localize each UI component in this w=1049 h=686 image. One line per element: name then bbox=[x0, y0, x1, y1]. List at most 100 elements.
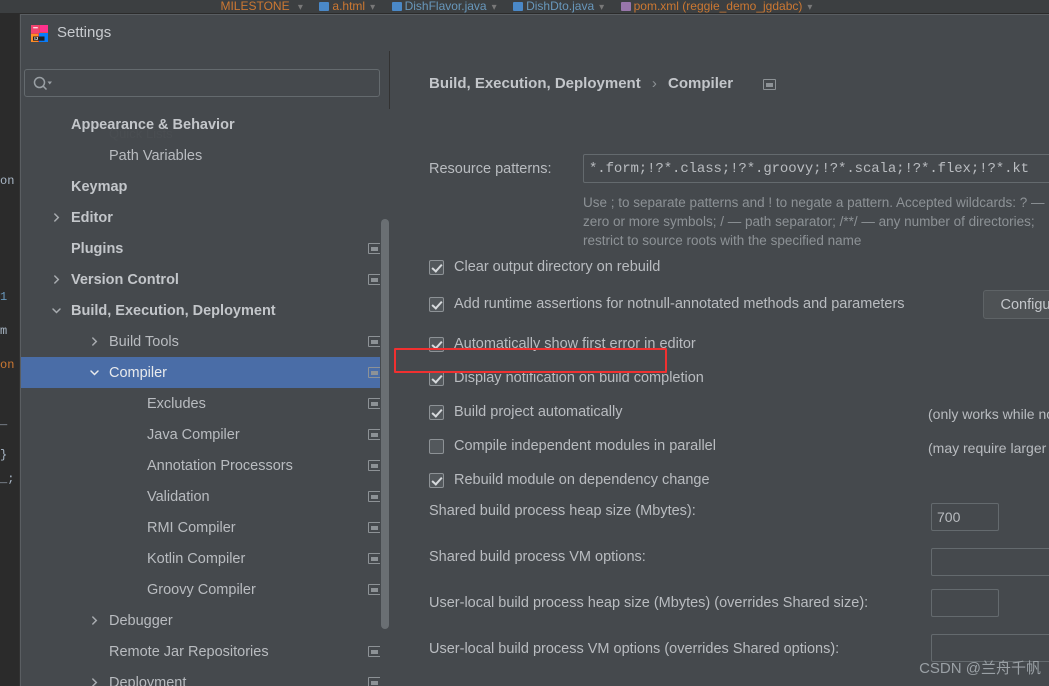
checkbox-compile-modules-parallel[interactable] bbox=[429, 438, 444, 454]
editor-fragment-2: m bbox=[0, 324, 8, 338]
sidebar-item-compiler[interactable]: Compiler bbox=[21, 357, 390, 388]
project-settings-indicator-icon bbox=[763, 79, 776, 90]
sidebar-item-build-tools[interactable]: Build Tools bbox=[21, 326, 390, 357]
sidebar-item-deployment[interactable]: Deployment bbox=[21, 667, 390, 686]
settings-content-panel: Build, Execution, Deployment › Compiler … bbox=[391, 51, 1049, 686]
breadcrumb-leaf: Compiler bbox=[668, 75, 734, 92]
sidebar-item-label: Kotlin Compiler bbox=[147, 550, 246, 567]
sidebar-item-appearance-behavior[interactable]: Appearance & Behavior bbox=[21, 109, 390, 140]
chevron-right-icon[interactable] bbox=[49, 273, 63, 287]
sidebar-scrollbar-thumb[interactable] bbox=[381, 219, 389, 629]
sidebar-item-build-execution-deployment[interactable]: Build, Execution, Deployment bbox=[21, 295, 390, 326]
sidebar-scrollbar-track[interactable] bbox=[380, 109, 390, 686]
checkbox-add-runtime-assertions[interactable] bbox=[429, 296, 444, 312]
editor-fragment-4: _ bbox=[0, 414, 8, 428]
editor-fragment-5: } bbox=[0, 448, 8, 462]
checkbox-clear-output-directory[interactable] bbox=[429, 259, 444, 275]
editor-tab-strip[interactable]: MILESTONE ▾ a.html ▾ DishFlavor.java ▾ Dis… bbox=[0, 0, 1049, 14]
intellij-idea-logo-icon: IJ bbox=[31, 25, 48, 42]
sidebar-item-groovy-compiler[interactable]: Groovy Compiler bbox=[21, 574, 390, 605]
checkbox-row-clear-output-directory[interactable]: Clear output directory on rebuild bbox=[429, 259, 660, 275]
sidebar-item-excludes[interactable]: Excludes bbox=[21, 388, 390, 419]
sidebar-item-debugger[interactable]: Debugger bbox=[21, 605, 390, 636]
build-project-automatically-note: (only works while no bbox=[928, 406, 1049, 422]
sidebar-item-version-control[interactable]: Version Control bbox=[21, 264, 390, 295]
editor-tab-3[interactable]: pom.xml (reggie_demo_jgdabc) ▾ bbox=[615, 0, 819, 13]
sidebar-item-label: Deployment bbox=[109, 674, 187, 686]
sidebar-item-label: Groovy Compiler bbox=[147, 581, 256, 598]
breadcrumb: Build, Execution, Deployment › Compiler bbox=[429, 75, 733, 92]
checkbox-build-project-automatically[interactable] bbox=[429, 404, 444, 420]
shared-heap-size-input[interactable] bbox=[931, 503, 999, 531]
sidebar-item-label: Excludes bbox=[147, 395, 206, 412]
sidebar-item-label: Editor bbox=[71, 209, 113, 226]
userlocal-heap-size-label: User-local build process heap size (Mbyt… bbox=[429, 595, 869, 611]
sidebar-item-annotation-processors[interactable]: Annotation Processors bbox=[21, 450, 390, 481]
checkbox-label: Automatically show first error in editor bbox=[454, 336, 696, 352]
sidebar-item-label: Java Compiler bbox=[147, 426, 240, 443]
checkbox-rebuild-on-dependency-change[interactable] bbox=[429, 472, 444, 488]
editor-tab-0[interactable]: a.html ▾ bbox=[313, 0, 381, 13]
dialog-titlebar: IJ Settings bbox=[21, 15, 1049, 51]
chevron-down-icon[interactable] bbox=[87, 366, 101, 380]
chevron-right-icon[interactable] bbox=[87, 614, 101, 628]
sidebar-item-label: RMI Compiler bbox=[147, 519, 236, 536]
settings-dialog: IJ Settings Quick Lists Appearance & Beh… bbox=[20, 14, 1049, 686]
checkbox-label: Rebuild module on dependency change bbox=[454, 472, 710, 488]
editor-fragment-0: on bbox=[0, 174, 15, 188]
sidebar-item-plugins[interactable]: Plugins bbox=[21, 233, 390, 264]
sidebar-item-editor[interactable]: Editor bbox=[21, 202, 390, 233]
sidebar-item-path-variables[interactable]: Path Variables bbox=[21, 140, 390, 171]
shared-vm-options-input[interactable] bbox=[931, 548, 1049, 576]
watermark: CSDN @兰舟千帆 bbox=[919, 660, 1041, 677]
sidebar-item-java-compiler[interactable]: Java Compiler bbox=[21, 419, 390, 450]
configure-button[interactable]: Configure... bbox=[983, 290, 1049, 319]
checkbox-display-notification[interactable] bbox=[429, 370, 444, 386]
userlocal-heap-size-input[interactable] bbox=[931, 589, 999, 617]
sidebar-item-label: Debugger bbox=[109, 612, 173, 629]
resource-patterns-hint-line-2: zero or more symbols; / — path separator… bbox=[583, 214, 1035, 229]
settings-search-box[interactable] bbox=[24, 69, 380, 97]
sidebar-item-label: Path Variables bbox=[109, 147, 203, 164]
resource-patterns-label: Resource patterns: bbox=[429, 161, 552, 177]
search-icon bbox=[33, 76, 53, 97]
sidebar-item-validation[interactable]: Validation bbox=[21, 481, 390, 512]
checkbox-label: Build project automatically bbox=[454, 404, 623, 420]
sidebar-item-keymap[interactable]: Keymap bbox=[21, 171, 390, 202]
settings-sidebar: Quick Lists Appearance & Behavior Path Va… bbox=[21, 51, 390, 686]
sidebar-item-rmi-compiler[interactable]: RMI Compiler bbox=[21, 512, 390, 543]
checkbox-label: Compile independent modules in parallel bbox=[454, 438, 716, 454]
sidebar-item-label: Plugins bbox=[71, 240, 124, 257]
editor-tab-2[interactable]: DishDto.java ▾ bbox=[507, 0, 610, 13]
checkbox-auto-show-first-error[interactable] bbox=[429, 336, 444, 352]
editor-tab-readme[interactable]: MILESTONE ▾ bbox=[214, 0, 309, 13]
editor-tab-partial[interactable] bbox=[0, 0, 90, 13]
settings-tree[interactable]: Quick Lists Appearance & Behavior Path Va… bbox=[21, 109, 390, 686]
chevron-right-icon[interactable] bbox=[87, 676, 101, 686]
sidebar-item-label: Compiler bbox=[109, 364, 168, 381]
checkbox-row-compile-modules-parallel[interactable]: Compile independent modules in parallel bbox=[429, 438, 716, 454]
checkbox-row-add-runtime-assertions[interactable]: Add runtime assertions for notnull-annot… bbox=[429, 296, 905, 312]
resource-patterns-input[interactable] bbox=[583, 154, 1049, 183]
editor-left-gutter: on 1 m on _ } _; bbox=[0, 14, 20, 686]
resource-patterns-hint-line-1: Use ; to separate patterns and ! to nega… bbox=[583, 195, 1045, 210]
sidebar-item-remote-jar-repositories[interactable]: Remote Jar Repositories bbox=[21, 636, 390, 667]
sidebar-item-label: Build, Execution, Deployment bbox=[71, 302, 276, 319]
editor-tab-1[interactable]: DishFlavor.java ▾ bbox=[386, 0, 503, 13]
sidebar-item-label: Appearance & Behavior bbox=[71, 116, 235, 133]
chevron-right-icon[interactable] bbox=[49, 211, 63, 225]
sidebar-item-label: Version Control bbox=[71, 271, 179, 288]
breadcrumb-root[interactable]: Build, Execution, Deployment bbox=[429, 75, 641, 92]
search-input[interactable] bbox=[57, 70, 375, 96]
checkbox-label: Clear output directory on rebuild bbox=[454, 259, 661, 275]
chevron-down-icon[interactable] bbox=[49, 304, 63, 318]
checkbox-row-auto-show-first-error[interactable]: Automatically show first error in editor bbox=[429, 336, 696, 352]
resource-patterns-hint-line-3: restrict to source roots with the specif… bbox=[583, 233, 862, 248]
checkbox-label: Add runtime assertions for notnull-annot… bbox=[454, 296, 905, 312]
checkbox-row-rebuild-on-dependency-change[interactable]: Rebuild module on dependency change bbox=[429, 472, 710, 488]
chevron-right-icon[interactable] bbox=[87, 335, 101, 349]
checkbox-row-display-notification[interactable]: Display notification on build completion bbox=[429, 370, 704, 386]
compile-modules-parallel-note: (may require larger bbox=[928, 440, 1047, 456]
sidebar-item-kotlin-compiler[interactable]: Kotlin Compiler bbox=[21, 543, 390, 574]
checkbox-row-build-project-automatically[interactable]: Build project automatically bbox=[429, 404, 622, 420]
